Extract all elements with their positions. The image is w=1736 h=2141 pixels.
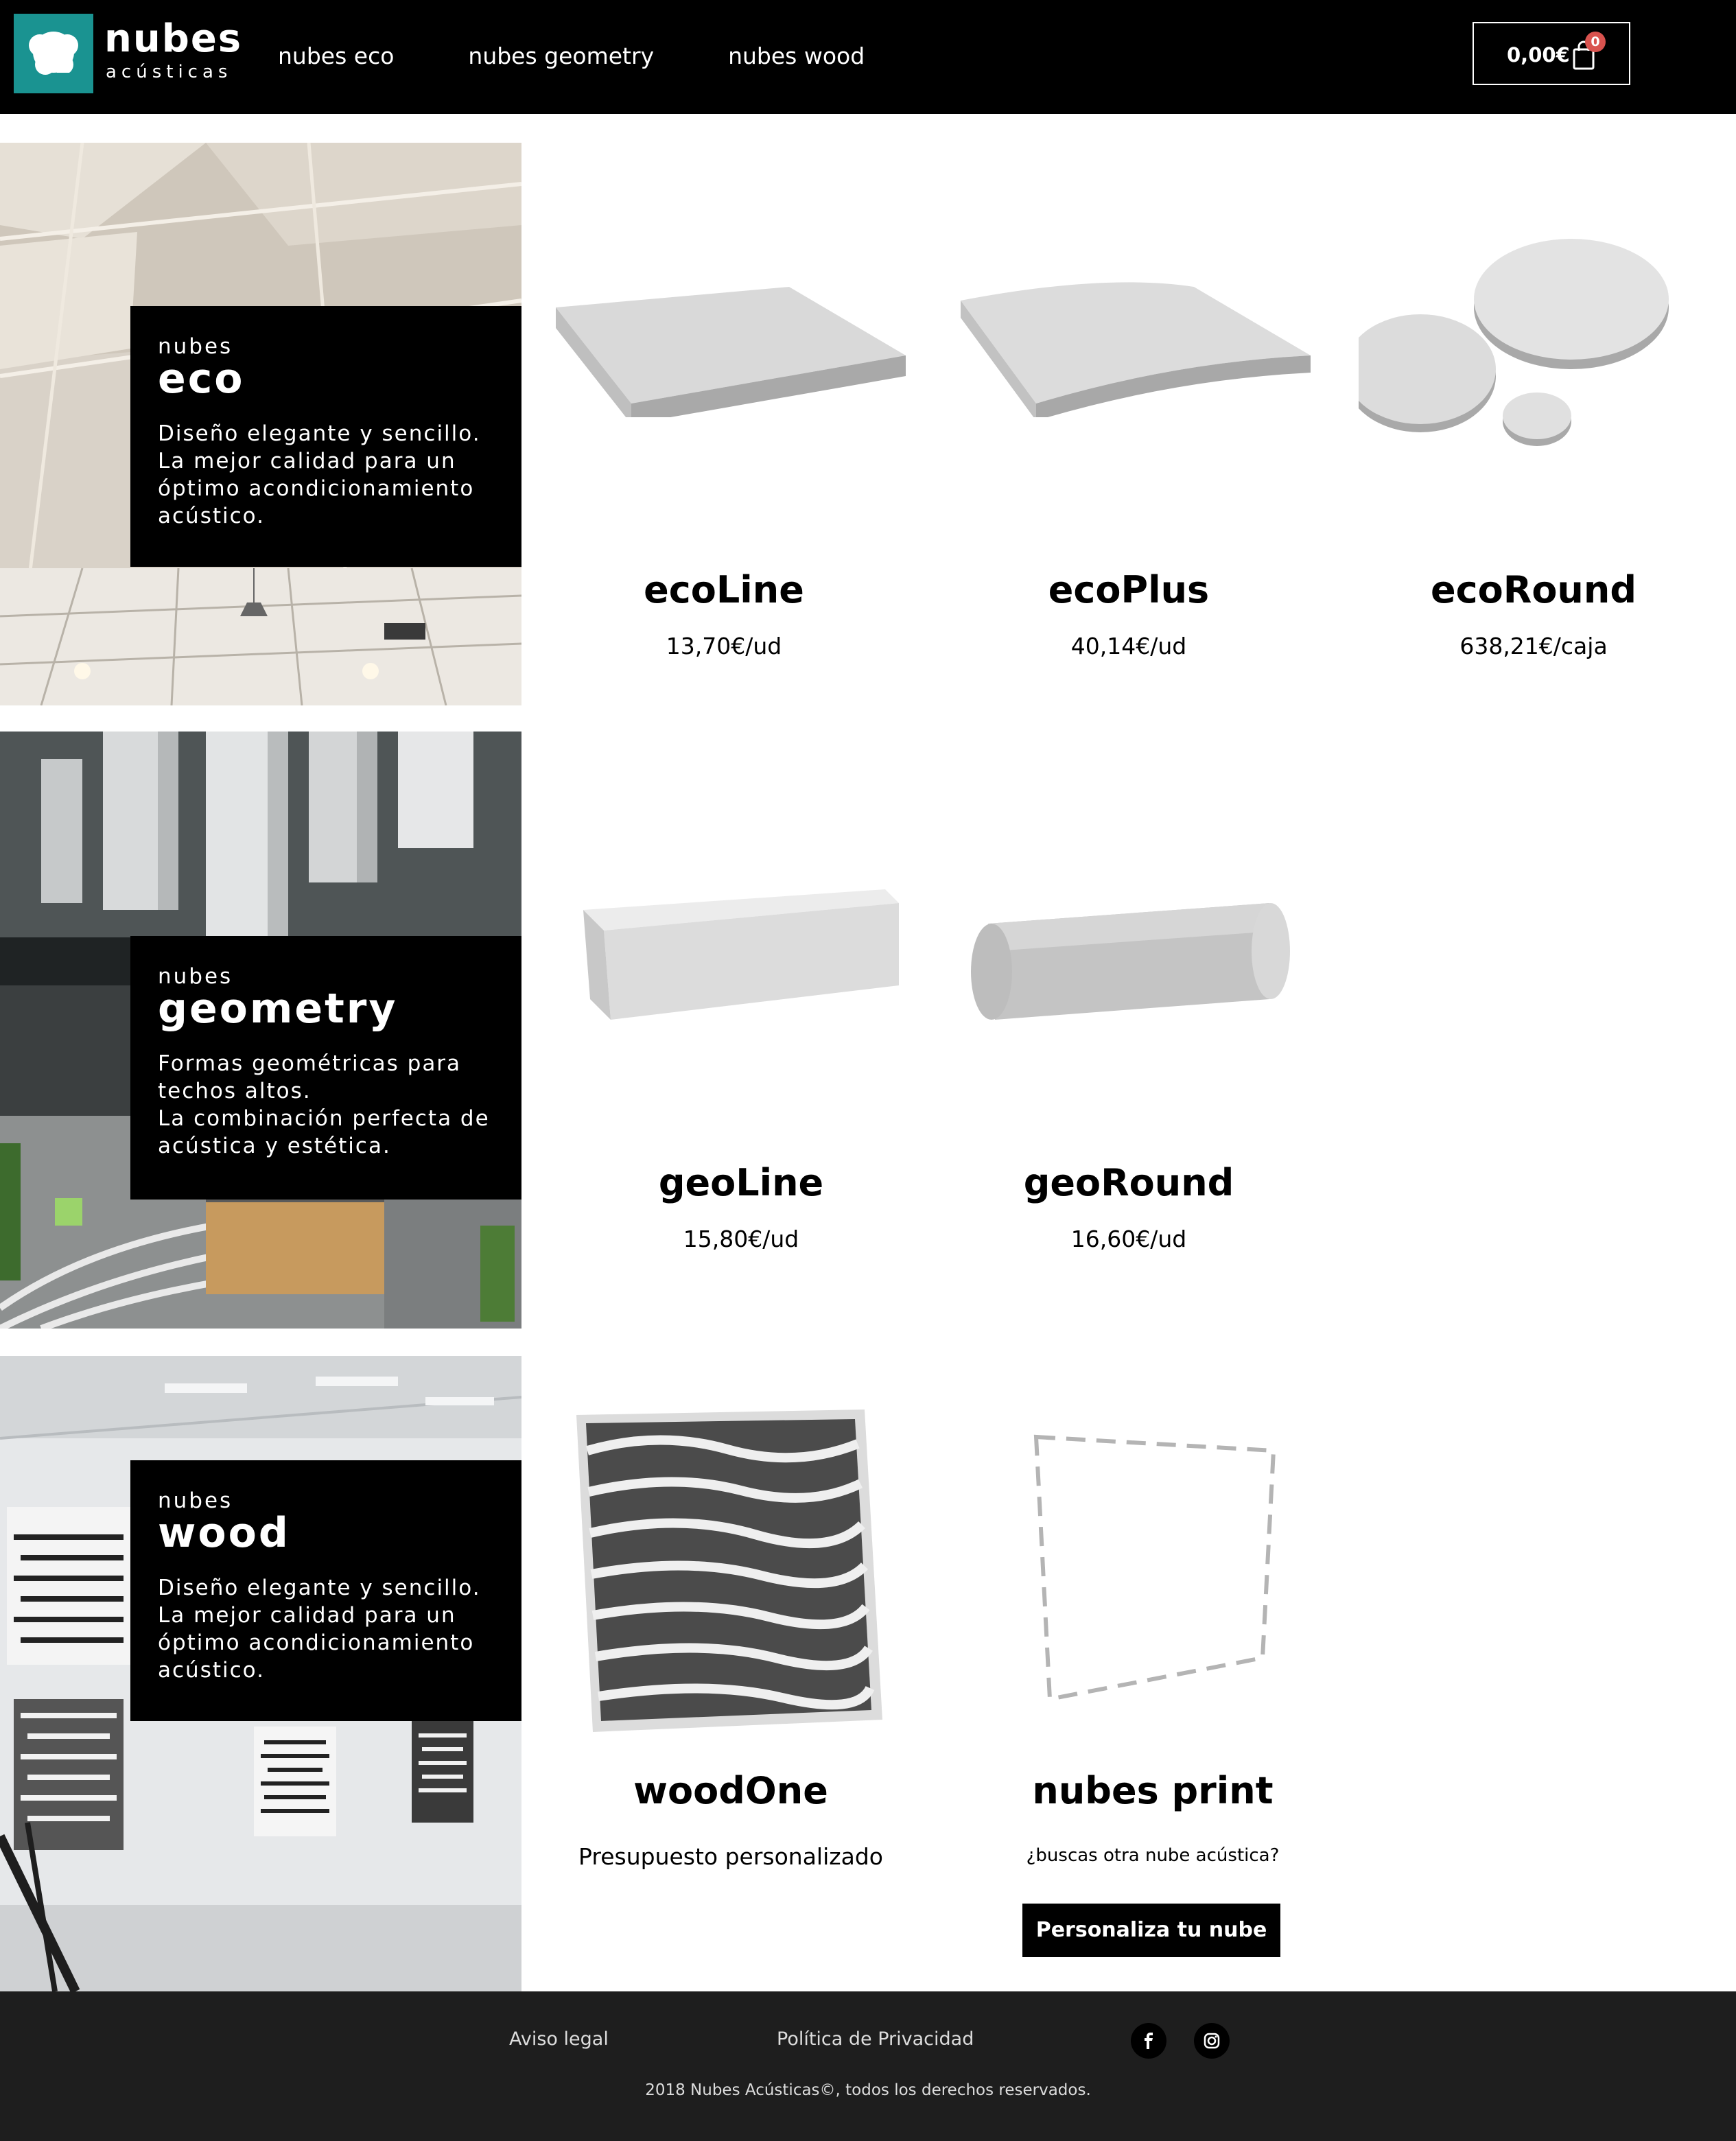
geometry-info-description: Formas geométricas para techos altos. La… [158, 1051, 490, 1158]
product-card-georound[interactable]: geoRound 16,60€/ud [940, 732, 1317, 1329]
ecoround-image [1345, 239, 1715, 461]
wood-info-description: Diseño elegante y sencillo. La mejor cal… [158, 1576, 481, 1683]
section-eco: nubes eco Diseño elegante y sencillo. La… [0, 143, 1736, 705]
woodone-name: woodOne [633, 1769, 828, 1812]
copyright-text: 2018 Nubes Acústicas©, todos los derecho… [645, 2081, 1091, 2099]
geometry-hero-image: nubes geometry Formas geométricas para t… [0, 732, 521, 1329]
ecoline-image [549, 280, 906, 424]
nubes-print-outline-image [1029, 1431, 1283, 1709]
ecoplus-name: ecoPlus [1048, 568, 1210, 611]
cart-count-badge: 0 [1585, 32, 1606, 52]
georound-name: geoRound [1023, 1161, 1234, 1204]
logo-wordmark: nubes [104, 16, 243, 61]
geometry-info-title: geometry [158, 985, 398, 1033]
product-card-ecoline[interactable]: ecoLine 13,70€/ud [535, 143, 913, 705]
nubes-print-name: nubes print [1032, 1769, 1274, 1812]
eco-info-box: nubes eco Diseño elegante y sencillo. La… [130, 306, 521, 567]
ecoplus-price: 40,14€/ud [1070, 633, 1187, 659]
instagram-icon[interactable] [1194, 2023, 1230, 2059]
product-card-nubes-print[interactable]: nubes print ¿buscas otra nube acústica? … [961, 1356, 1345, 1991]
wood-panel-left [7, 1507, 130, 1665]
woodone-price: Presupuesto personalizado [578, 1843, 883, 1870]
wood-info-box: nubes wood Diseño elegante y sencillo. L… [130, 1460, 521, 1721]
georound-image [967, 889, 1297, 1029]
product-card-woodone[interactable]: woodOne Presupuesto personalizado [549, 1356, 913, 1991]
woodone-image [576, 1409, 885, 1735]
ecoround-price: 638,21€/caja [1459, 633, 1608, 659]
ecoround-name: ecoRound [1431, 568, 1637, 611]
site-header: nubes acústicas nubes eco nubes geometry… [0, 0, 1736, 114]
section-geometry: nubes geometry Formas geométricas para t… [0, 732, 1736, 1329]
footer-link-aviso-legal[interactable]: Aviso legal [509, 2026, 609, 2053]
cart-total: 0,00€ [1507, 43, 1570, 67]
wood-info-title: wood [158, 1509, 290, 1557]
nav-item-wood[interactable]: nubes wood [728, 38, 865, 74]
ecoline-name: ecoLine [644, 568, 804, 611]
geoline-name: geoLine [658, 1161, 824, 1204]
wood-hero-image: nubes wood Diseño elegante y sencillo. L… [0, 1356, 521, 1991]
georound-price: 16,60€/ud [1070, 1226, 1187, 1252]
cloud-logo-icon [14, 14, 93, 93]
nubes-print-note: ¿buscas otra nube acústica? [1026, 1845, 1280, 1866]
facebook-icon[interactable] [1131, 2023, 1166, 2059]
geoline-image [583, 876, 906, 1036]
ecoplus-image [954, 280, 1311, 421]
logo[interactable]: nubes acústicas [14, 14, 241, 95]
geoline-price: 15,80€/ud [683, 1226, 799, 1252]
footer-link-privacidad[interactable]: Política de Privacidad [777, 2026, 974, 2053]
product-card-geoline[interactable]: geoLine 15,80€/ud [549, 732, 933, 1329]
logo-subtitle: acústicas [106, 62, 233, 82]
nav-item-geometry[interactable]: nubes geometry [468, 38, 654, 74]
ecoline-price: 13,70€/ud [666, 633, 782, 659]
product-card-ecoplus[interactable]: ecoPlus 40,14€/ud [940, 143, 1317, 705]
eco-info-description: Diseño elegante y sencillo. La mejor cal… [158, 421, 481, 528]
geometry-info-box: nubes geometry Formas geométricas para t… [130, 936, 521, 1200]
eco-hero-image: nubes eco Diseño elegante y sencillo. La… [0, 143, 521, 705]
nav-item-eco[interactable]: nubes eco [278, 38, 394, 74]
personaliza-tu-nube-button[interactable]: Personaliza tu nube [1022, 1904, 1280, 1957]
site-footer: Aviso legal Política de Privacidad 2018 … [0, 1991, 1736, 2141]
eco-info-title: eco [158, 355, 245, 403]
main-nav: nubes eco nubes geometry nubes wood [278, 38, 939, 74]
cart-button[interactable]: 0,00€ 0 [1473, 22, 1630, 85]
product-card-ecoround[interactable]: ecoRound 638,21€/caja [1345, 143, 1722, 705]
section-wood: nubes wood Diseño elegante y sencillo. L… [0, 1356, 1736, 1991]
